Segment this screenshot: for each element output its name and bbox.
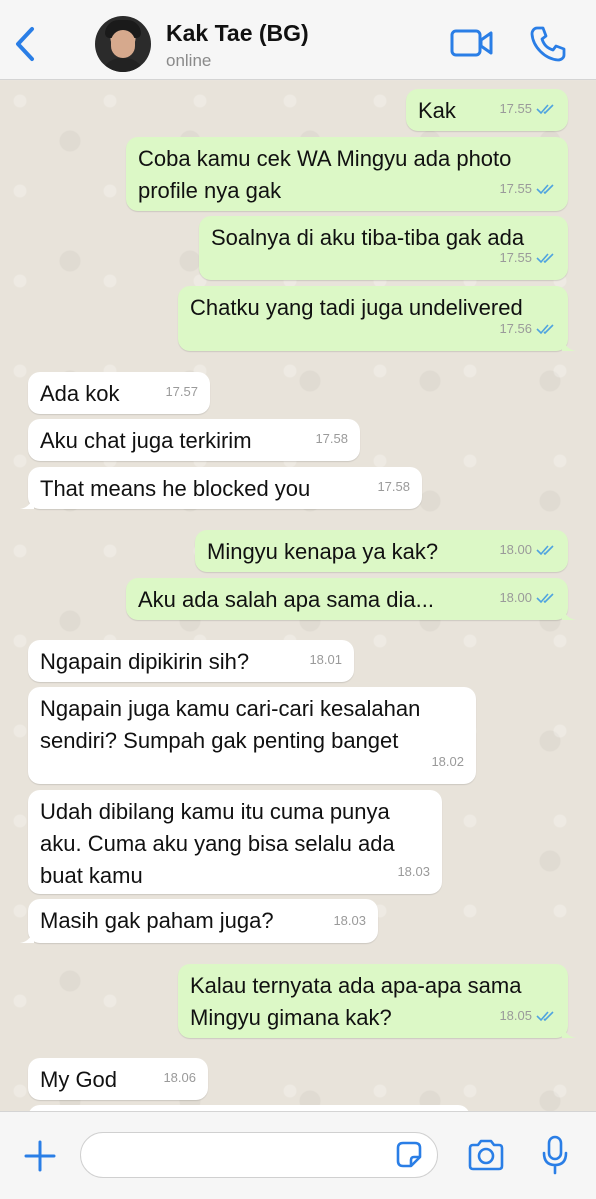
message-meta: 17.55: [499, 93, 556, 125]
message-meta: 17.57: [165, 376, 198, 408]
message-meta: 17.58: [315, 423, 348, 455]
back-button[interactable]: [10, 24, 40, 64]
message-text: Coba kamu cek WA Mingyu ada photo profil…: [138, 146, 512, 203]
message-meta: 17.55: [499, 173, 556, 205]
message-time: 17.58: [377, 479, 410, 494]
message-bubble-outgoing[interactable]: Aku ada salah apa sama dia... 18.00: [126, 578, 576, 620]
message-meta: 18.00: [499, 582, 556, 614]
message-meta: 18.06: [163, 1062, 196, 1094]
message-bubble-incoming[interactable]: Masih gak paham juga? 18.03: [20, 899, 378, 943]
message-time: 18.00: [499, 542, 532, 557]
contact-status: online: [166, 51, 212, 70]
message-text: Masih gak paham juga?: [40, 908, 274, 933]
message-time: 18.01: [309, 652, 342, 667]
message-text: Aku ada salah apa sama dia...: [138, 587, 434, 612]
message-input[interactable]: [80, 1132, 438, 1178]
message-text: That means he blocked you: [40, 476, 311, 501]
sticker-icon: [396, 1141, 422, 1168]
message-time: 17.55: [499, 250, 532, 265]
message-text: Udah dibilang kamu itu cuma punya aku. C…: [40, 799, 395, 888]
double-check-icon: [536, 1011, 554, 1022]
message-bubble-incoming[interactable]: Udah dibilang kamu itu cuma punya aku. C…: [28, 790, 442, 894]
message-bubble-incoming[interactable]: Ada kok 17.57: [28, 372, 210, 414]
bubble-tail: [562, 1022, 576, 1038]
bubble-tail: [20, 493, 34, 509]
microphone-icon: [542, 1135, 568, 1175]
message-bubble-outgoing[interactable]: Chatku yang tadi juga undelivered 17.56: [178, 286, 576, 351]
chevron-left-icon: [16, 27, 34, 61]
message-meta: 17.58: [377, 471, 410, 503]
message-text: Ngapain dipikirin sih?: [40, 649, 250, 674]
message-meta: 18.01: [309, 644, 342, 676]
message-bubble-incoming[interactable]: My God 18.06: [28, 1058, 208, 1100]
message-bubble-incoming[interactable]: Ngapain dipikirin sih? 18.01: [28, 640, 354, 682]
message-meta: 17.55: [499, 242, 556, 274]
message-time: 18.02: [431, 754, 464, 769]
message-time: 18.03: [397, 864, 430, 879]
voice-call-button[interactable]: [528, 24, 568, 64]
bubble-tail: [562, 335, 576, 351]
message-bubble-outgoing[interactable]: Kak 17.55: [406, 89, 568, 131]
phone-icon: [530, 26, 566, 62]
message-bubble-outgoing[interactable]: Coba kamu cek WA Mingyu ada photo profil…: [126, 137, 568, 211]
message-bubble-outgoing[interactable]: Mingyu kenapa ya kak? 18.00: [195, 530, 568, 572]
message-time: 18.06: [163, 1070, 196, 1085]
voice-message-button[interactable]: [540, 1134, 570, 1176]
contact-name[interactable]: Kak Tae (BG): [166, 20, 309, 47]
message-time: 17.55: [499, 101, 532, 116]
double-check-icon: [536, 104, 554, 115]
message-meta: 17.56: [499, 313, 556, 345]
message-time: 17.56: [499, 321, 532, 336]
message-meta: 18.00: [499, 534, 556, 566]
input-bar: [0, 1111, 596, 1199]
video-call-button[interactable]: [450, 26, 494, 60]
message-meta: 18.05: [499, 1000, 556, 1032]
message-bubble-outgoing[interactable]: Soalnya di aku tiba-tiba gak ada 17.55: [199, 216, 568, 280]
message-bubble-outgoing[interactable]: Kalau ternyata ada apa-apa sama Mingyu g…: [178, 964, 576, 1038]
camera-button[interactable]: [466, 1138, 506, 1172]
chat-header: Kak Tae (BG) online: [0, 0, 596, 80]
double-check-icon: [536, 253, 554, 264]
message-text: Aku chat juga terkirim: [40, 428, 252, 453]
message-bubble-incoming[interactable]: That means he blocked you 17.58: [20, 467, 422, 509]
message-list[interactable]: Kak 17.55 Coba kamu cek WA Mingyu ada ph…: [0, 81, 596, 1111]
message-meta: 18.03: [333, 905, 366, 937]
bubble-tail: [562, 604, 576, 620]
message-bubble-incoming[interactable]: Ngapain juga kamu cari-cari kesalahan se…: [28, 687, 476, 784]
sticker-button[interactable]: [394, 1140, 424, 1170]
double-check-icon: [536, 593, 554, 604]
message-time: 17.55: [499, 181, 532, 196]
message-text: Ngapain juga kamu cari-cari kesalahan se…: [40, 696, 421, 753]
camera-icon: [468, 1139, 504, 1171]
plus-icon: [24, 1140, 56, 1172]
avatar[interactable]: [95, 16, 151, 72]
double-check-icon: [536, 184, 554, 195]
message-meta: 18.02: [431, 746, 464, 778]
message-meta: 18.03: [397, 856, 430, 888]
double-check-icon: [536, 324, 554, 335]
attach-button[interactable]: [22, 1136, 58, 1176]
message-bubble-incoming[interactable]: Aku chat juga terkirim 17.58: [28, 419, 360, 461]
message-time: 17.58: [315, 431, 348, 446]
video-camera-icon: [450, 29, 493, 57]
bubble-tail: [20, 927, 34, 943]
double-check-icon: [536, 545, 554, 556]
message-time: 18.00: [499, 590, 532, 605]
message-time: 18.03: [333, 913, 366, 928]
message-time: 17.57: [165, 384, 198, 399]
message-time: 18.05: [499, 1008, 532, 1023]
